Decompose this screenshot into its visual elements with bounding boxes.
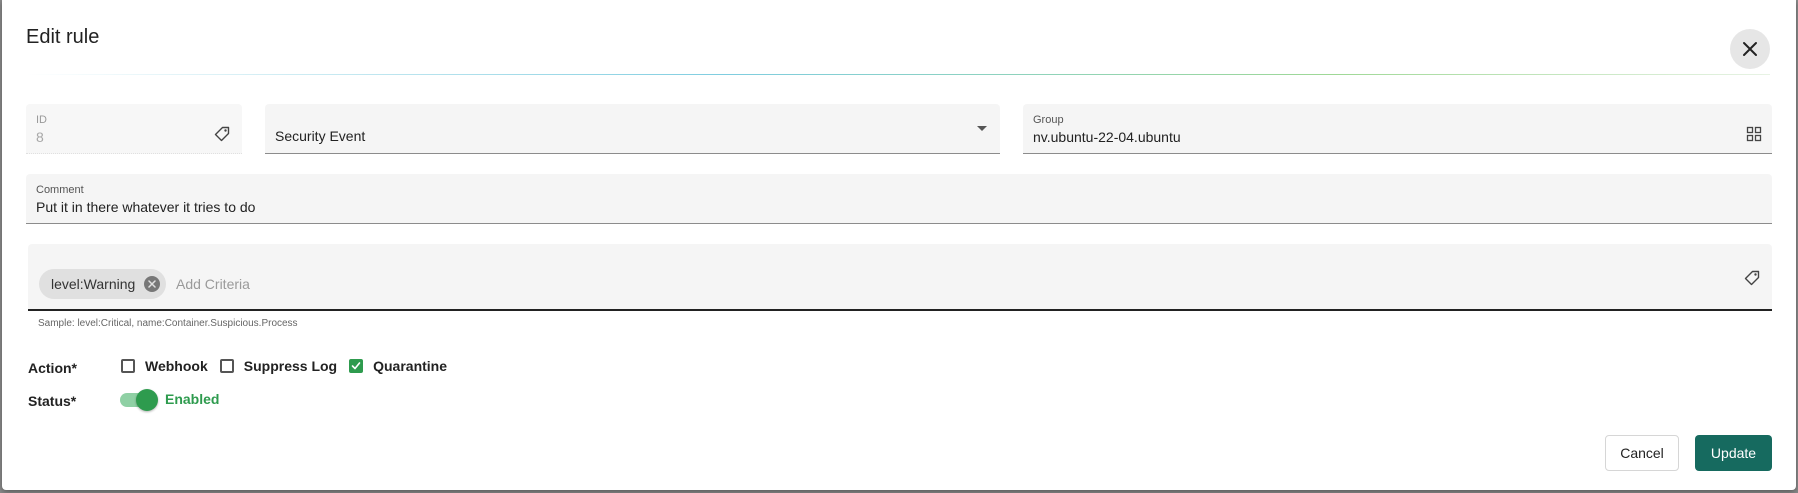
close-button[interactable] bbox=[1730, 29, 1770, 69]
id-field-value: 8 bbox=[36, 129, 44, 145]
comment-field[interactable]: Comment Put it in there whatever it trie… bbox=[26, 174, 1772, 224]
event-type-value: Security Event bbox=[275, 128, 366, 144]
update-button[interactable]: Update bbox=[1695, 435, 1772, 471]
tag-icon bbox=[1744, 270, 1760, 286]
dialog-title: Edit rule bbox=[26, 26, 100, 48]
criteria-chip[interactable]: level:Warning bbox=[39, 269, 167, 299]
status-state-label: Enabled bbox=[165, 391, 220, 407]
edit-rule-dialog: Edit rule ID 8 Security Event Group nv.u… bbox=[2, 0, 1796, 490]
checkbox-box[interactable] bbox=[219, 359, 234, 373]
checkbox-box[interactable] bbox=[349, 359, 364, 373]
comment-field-label: Comment bbox=[36, 184, 84, 196]
criteria-input[interactable]: level:Warning Add Criteria bbox=[28, 244, 1772, 311]
criteria-hint: Sample: level:Critical, name:Container.S… bbox=[38, 318, 298, 329]
suppress-log-checkbox[interactable]: Suppress Log bbox=[219, 358, 338, 374]
group-field-label: Group bbox=[1033, 114, 1064, 126]
action-checkbox-group: Webhook Suppress Log Quarantine bbox=[121, 357, 459, 375]
status-toggle[interactable] bbox=[120, 389, 158, 411]
checkbox-box[interactable] bbox=[121, 359, 135, 373]
tag-icon bbox=[214, 126, 230, 142]
title-divider bbox=[26, 74, 1770, 75]
status-label: Status* bbox=[28, 393, 77, 409]
quarantine-label: Quarantine bbox=[373, 358, 448, 374]
event-type-select[interactable]: Security Event bbox=[265, 104, 1000, 154]
close-icon bbox=[1743, 42, 1757, 56]
dropdown-arrow-icon bbox=[975, 122, 989, 136]
comment-field-value: Put it in there whatever it tries to do bbox=[36, 199, 256, 215]
id-field: ID 8 bbox=[26, 104, 242, 154]
criteria-placeholder: Add Criteria bbox=[176, 276, 250, 292]
suppress-log-label: Suppress Log bbox=[243, 358, 338, 374]
cancel-button[interactable]: Cancel bbox=[1605, 435, 1679, 471]
criteria-chip-label: level:Warning bbox=[51, 276, 136, 292]
chip-remove-icon[interactable] bbox=[144, 276, 161, 292]
action-label: Action* bbox=[28, 360, 77, 376]
id-field-label: ID bbox=[36, 114, 47, 126]
group-field[interactable]: Group nv.ubuntu-22-04.ubuntu bbox=[1023, 104, 1772, 154]
checkmark-icon bbox=[351, 362, 361, 370]
webhook-checkbox[interactable]: Webhook bbox=[121, 358, 208, 374]
webhook-label: Webhook bbox=[145, 358, 208, 374]
toggle-thumb[interactable] bbox=[136, 389, 158, 411]
grid-icon[interactable] bbox=[1746, 126, 1762, 142]
quarantine-checkbox[interactable]: Quarantine bbox=[349, 358, 447, 374]
group-field-value: nv.ubuntu-22-04.ubuntu bbox=[1033, 129, 1181, 145]
